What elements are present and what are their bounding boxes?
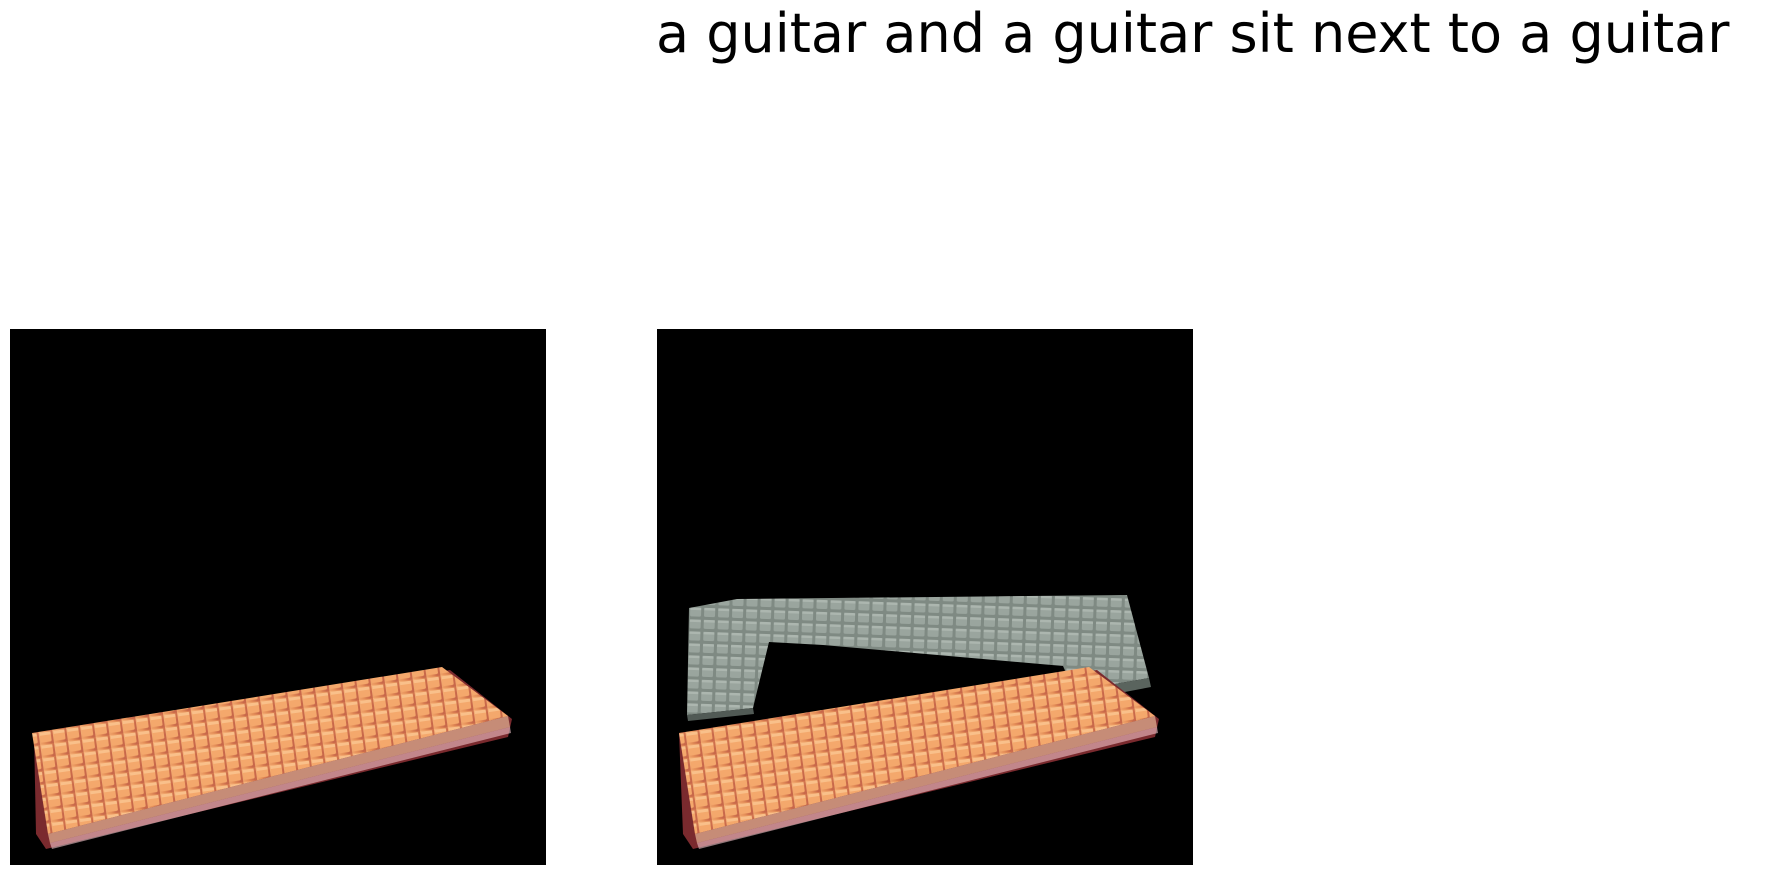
output-render-image xyxy=(679,595,1159,849)
caption-text: a guitar and a guitar sit next to a guit… xyxy=(656,2,1730,65)
input-render-panel xyxy=(10,329,546,865)
input-render-image xyxy=(32,667,512,849)
output-render-panel xyxy=(657,329,1193,865)
